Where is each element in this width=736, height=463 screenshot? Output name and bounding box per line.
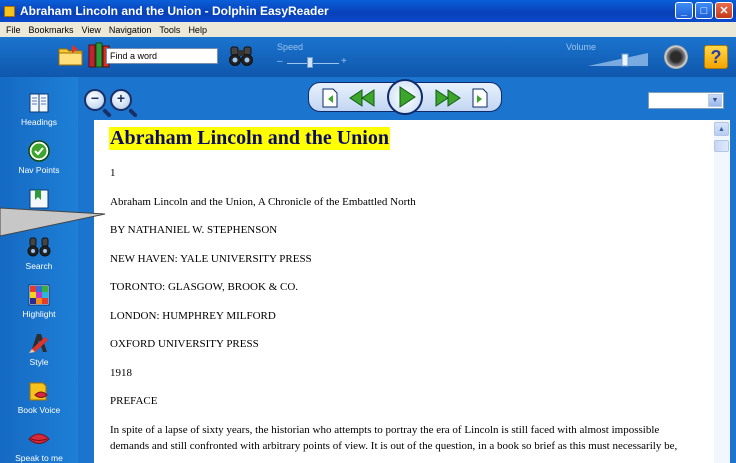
- maximize-button[interactable]: □: [695, 2, 713, 19]
- document-line: In spite of a lapse of sixty years, the …: [110, 424, 660, 436]
- window-title: Abraham Lincoln and the Union - Dolphin …: [20, 4, 329, 18]
- open-folder-icon[interactable]: [58, 44, 84, 66]
- previous-page-button[interactable]: [319, 83, 341, 113]
- menu-view[interactable]: View: [78, 25, 105, 35]
- playback-controls: [308, 79, 502, 115]
- fast-forward-icon: [435, 89, 461, 107]
- rewind-button[interactable]: [347, 83, 377, 113]
- sidebar-item-label: Headings: [21, 117, 57, 127]
- speed-slider-track[interactable]: [287, 63, 339, 64]
- vertical-scrollbar[interactable]: ▲: [714, 120, 730, 463]
- document-line: PREFACE: [110, 395, 158, 407]
- sidebar-item-label: Style: [29, 357, 49, 367]
- sidebar: Headings Nav Points Bookmarks Search Hig…: [0, 77, 78, 463]
- fast-forward-button[interactable]: [433, 83, 463, 113]
- app-icon: [4, 5, 15, 17]
- sidebar-item-label: Nav Points: [18, 165, 60, 175]
- sidebar-item-highlight[interactable]: Highlight: [0, 283, 78, 319]
- search-icon: [27, 237, 51, 257]
- sidebar-item-label: Bookmarks: [17, 213, 61, 223]
- document-title: Abraham Lincoln and the Union: [109, 127, 390, 150]
- next-page-icon: [472, 88, 488, 108]
- speed-minus: –: [277, 56, 283, 67]
- speed-label: Speed: [277, 42, 304, 52]
- document-line: 1918: [110, 367, 132, 379]
- main-toolbar: Find a word Speed – + Volume ?: [0, 37, 736, 77]
- sidebar-item-book-voice[interactable]: Book Voice: [0, 379, 78, 415]
- document-view[interactable]: Abraham Lincoln and the Union 1 Abraham …: [94, 120, 714, 463]
- sidebar-item-search[interactable]: Search: [0, 235, 78, 271]
- highlight-icon: [28, 284, 50, 306]
- book-voice-icon: [29, 382, 48, 401]
- menu-bar: File Bookmarks View Navigation Tools Hel…: [0, 22, 736, 37]
- find-word-input[interactable]: Find a word: [106, 48, 218, 64]
- window-controls: _ □ ✕: [675, 2, 733, 19]
- sidebar-item-speak-to-me[interactable]: Speak to me: [0, 427, 78, 463]
- document-line: BY NATHANIEL W. STEPHENSON: [110, 224, 278, 236]
- bookmarks-icon: [29, 189, 49, 209]
- volume-slider[interactable]: [588, 51, 650, 67]
- zoom-in-button[interactable]: +: [110, 89, 132, 111]
- document-frame-right: [730, 117, 736, 463]
- document-line: Abraham Lincoln and the Union, A Chronic…: [110, 196, 416, 208]
- document-line: demands and still confronted with arbitr…: [110, 440, 678, 452]
- sidebar-item-bookmarks[interactable]: Bookmarks: [0, 187, 78, 223]
- speed-slider-thumb[interactable]: [307, 57, 313, 68]
- sidebar-item-headings[interactable]: Headings: [0, 91, 78, 127]
- speed-plus: +: [341, 56, 347, 67]
- next-page-button[interactable]: [469, 83, 491, 113]
- menu-bookmarks[interactable]: Bookmarks: [25, 25, 78, 35]
- help-button[interactable]: ?: [704, 45, 728, 69]
- zoom-out-button[interactable]: −: [84, 89, 106, 111]
- scroll-thumb[interactable]: [714, 140, 729, 152]
- document-line: OXFORD UNIVERSITY PRESS: [110, 338, 259, 350]
- document-line: NEW HAVEN: YALE UNIVERSITY PRESS: [110, 253, 312, 265]
- minimize-button[interactable]: _: [675, 2, 693, 19]
- speak-icon: [28, 433, 50, 444]
- nav-points-icon: [28, 140, 50, 162]
- chevron-down-icon[interactable]: ▼: [708, 94, 722, 107]
- menu-tools[interactable]: Tools: [155, 25, 184, 35]
- style-icon: [29, 334, 48, 353]
- scroll-up-icon[interactable]: ▲: [714, 122, 729, 136]
- speaker-icon[interactable]: [664, 45, 688, 69]
- rewind-icon: [349, 89, 375, 107]
- binoculars-icon[interactable]: [228, 45, 254, 67]
- document-line: LONDON: HUMPHREY MILFORD: [110, 310, 276, 322]
- title-bar: Abraham Lincoln and the Union - Dolphin …: [0, 0, 736, 22]
- menu-help[interactable]: Help: [184, 25, 211, 35]
- sidebar-item-label: Highlight: [22, 309, 56, 319]
- sidebar-item-style[interactable]: Style: [0, 331, 78, 367]
- sidebar-item-label: Search: [25, 261, 53, 271]
- document-line: 1: [110, 167, 116, 179]
- document-frame-left: [78, 117, 94, 463]
- zoom-in-icon: +: [116, 90, 126, 106]
- sidebar-item-label: Speak to me: [15, 453, 63, 463]
- sidebar-item-label: Book Voice: [17, 405, 61, 415]
- play-button[interactable]: [387, 79, 423, 115]
- sidebar-item-nav-points[interactable]: Nav Points: [0, 139, 78, 175]
- zoom-out-icon: −: [90, 90, 100, 106]
- play-icon: [399, 86, 416, 108]
- menu-navigation[interactable]: Navigation: [105, 25, 156, 35]
- close-button[interactable]: ✕: [715, 2, 733, 19]
- headings-icon: [29, 93, 49, 113]
- navigation-level-select[interactable]: ▼: [648, 92, 724, 109]
- document-line: TORONTO: GLASGOW, BROOK & CO.: [110, 281, 299, 293]
- menu-file[interactable]: File: [2, 25, 25, 35]
- previous-page-icon: [322, 88, 338, 108]
